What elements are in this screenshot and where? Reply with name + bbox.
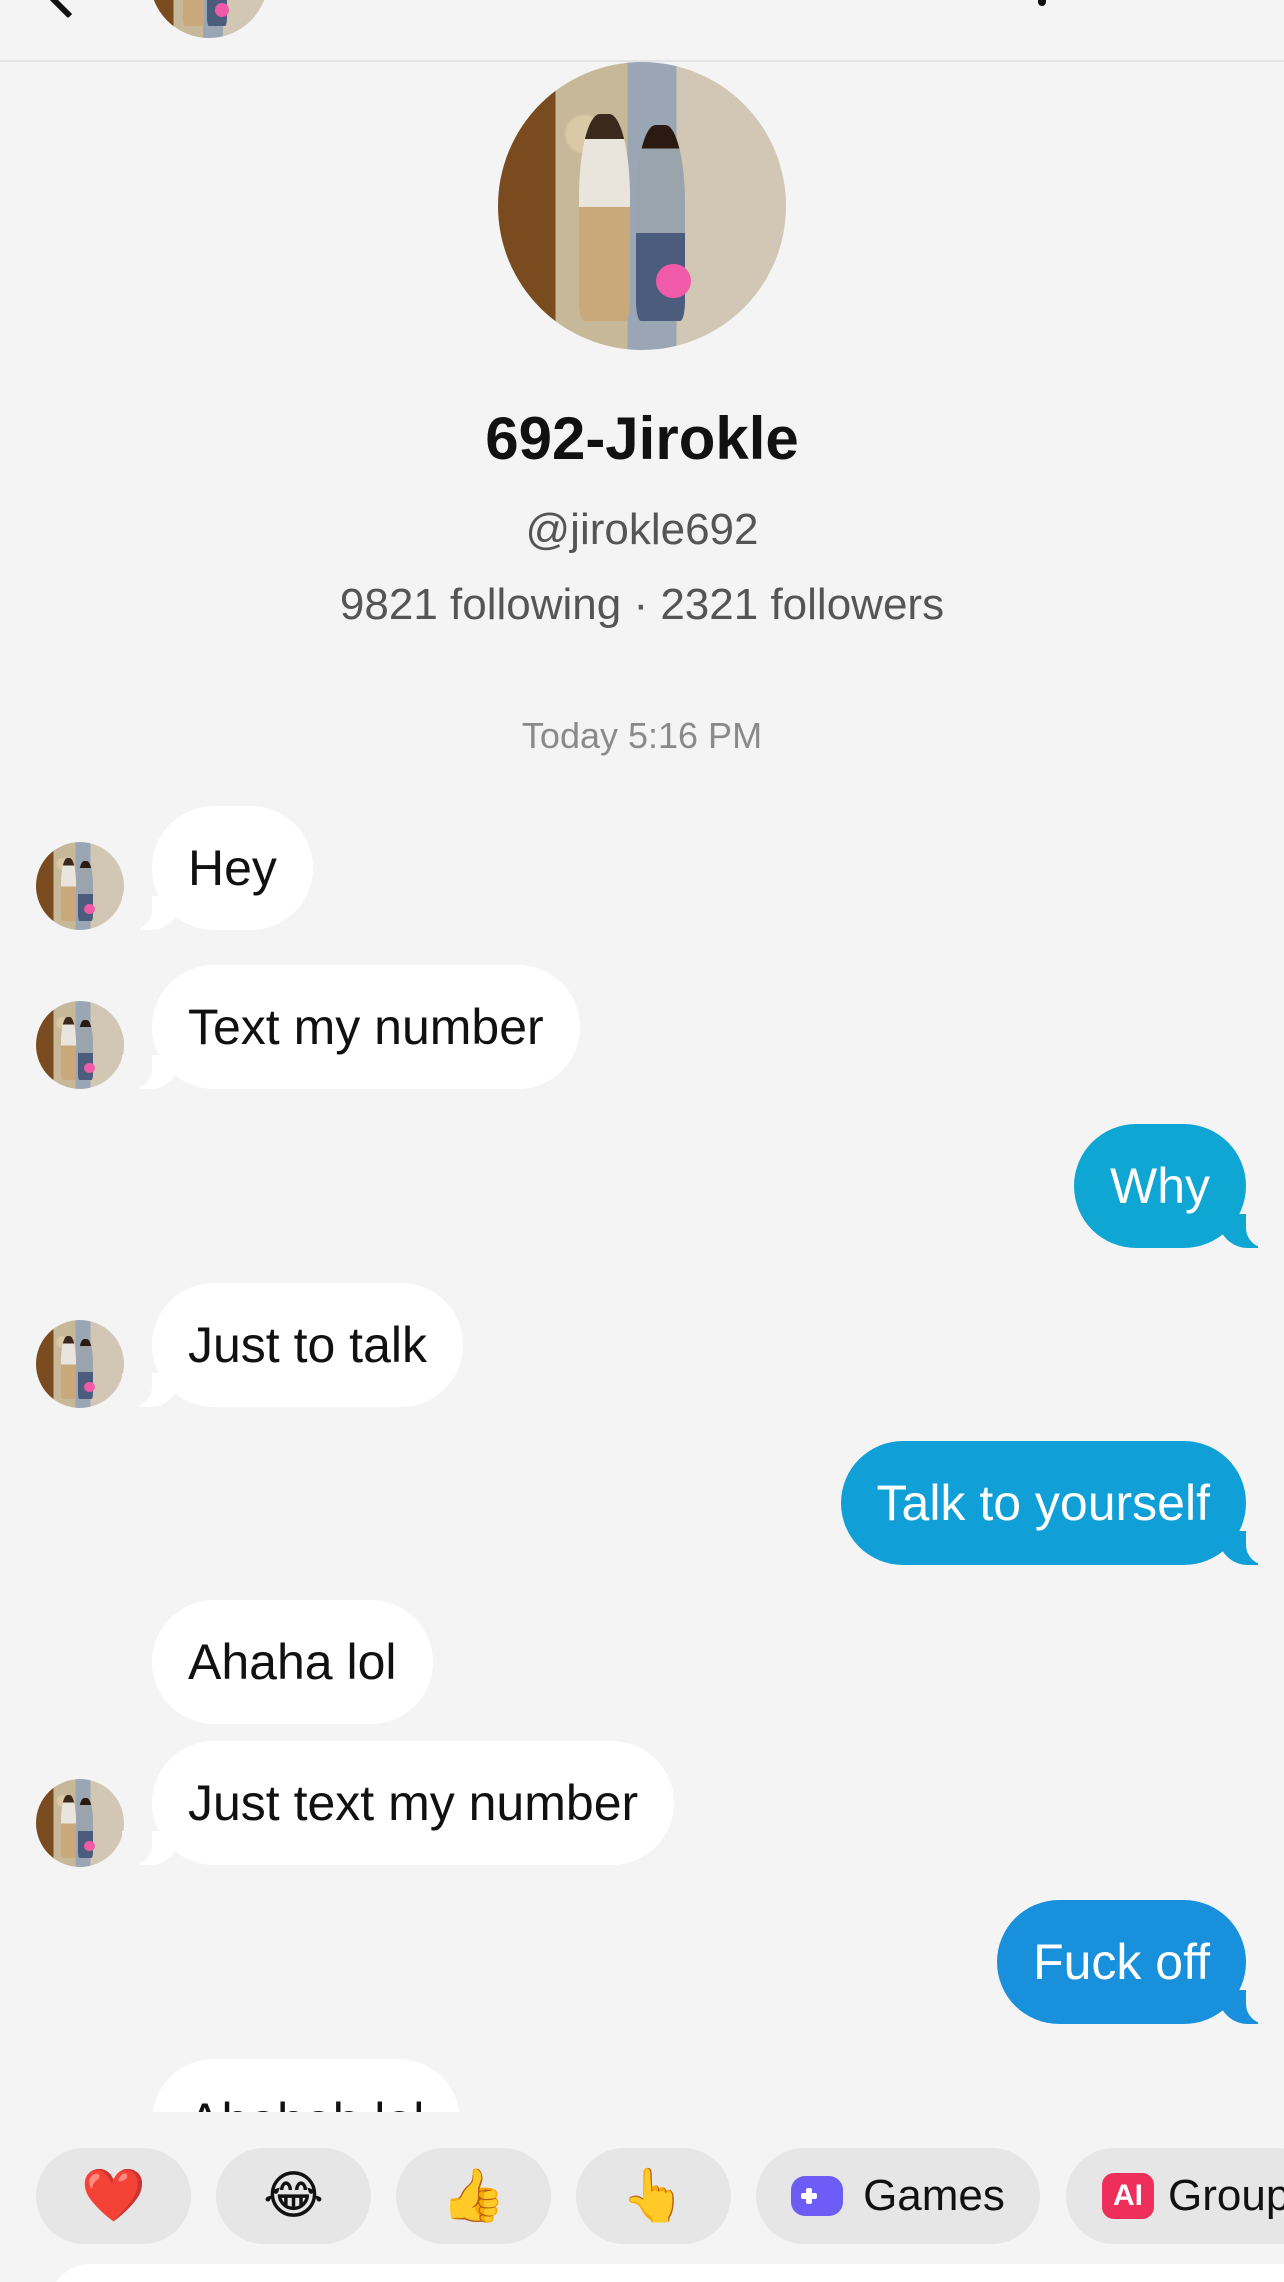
sender-avatar[interactable]	[36, 1001, 124, 1089]
game-controller-icon	[791, 2176, 844, 2216]
group-label: Group	[1168, 2171, 1284, 2220]
top-bar	[0, 0, 1284, 62]
sender-avatar[interactable]	[36, 842, 124, 930]
message-incoming[interactable]: Just text my number	[121, 1741, 675, 1865]
heart-icon: ❤️	[81, 2167, 146, 2225]
chevron-left-icon[interactable]	[39, 0, 97, 19]
pointing-finger-icon: 👆	[621, 2167, 686, 2225]
games-label: Games	[863, 2171, 1005, 2220]
message-outgoing[interactable]: Fuck off	[997, 1900, 1276, 2024]
sender-avatar[interactable]	[36, 1779, 124, 1867]
message-outgoing[interactable]: Talk to yourself	[840, 1441, 1277, 1565]
ai-icon: AI	[1102, 2173, 1154, 2219]
more-icon[interactable]	[1038, 0, 1046, 6]
profile-handle: @jirokle692	[525, 505, 759, 554]
header-avatar[interactable]	[150, 0, 268, 38]
message-outgoing[interactable]: Why	[1074, 1124, 1276, 1248]
quick-reply-laugh[interactable]: 😂	[216, 2148, 371, 2244]
profile-name: 692-Jirokle	[485, 405, 799, 472]
quick-reply-point[interactable]: 👆	[576, 2148, 731, 2244]
message-input[interactable]	[50, 2264, 1284, 2282]
sender-avatar[interactable]	[36, 1320, 124, 1408]
message-incoming[interactable]: Ahaha lol	[152, 1600, 433, 1724]
profile-avatar[interactable]	[498, 62, 786, 350]
games-button[interactable]: Games	[756, 2148, 1040, 2244]
message-incoming[interactable]: Just to talk	[122, 1283, 463, 1407]
thumbs-up-icon: 👍	[441, 2167, 506, 2225]
message-incoming[interactable]: Hey	[122, 806, 313, 930]
quick-reply-heart[interactable]: ❤️	[36, 2148, 191, 2244]
chat-timestamp: Today 5:16 PM	[521, 715, 763, 756]
laughing-face-icon: 😂	[263, 2167, 324, 2225]
message-incoming[interactable]: Text my number	[122, 965, 580, 1089]
group-ai-button[interactable]: AI Group	[1066, 2148, 1284, 2244]
profile-stats: 9821 following · 2321 followers	[339, 580, 945, 629]
quick-reply-thumbs-up[interactable]: 👍	[396, 2148, 551, 2244]
